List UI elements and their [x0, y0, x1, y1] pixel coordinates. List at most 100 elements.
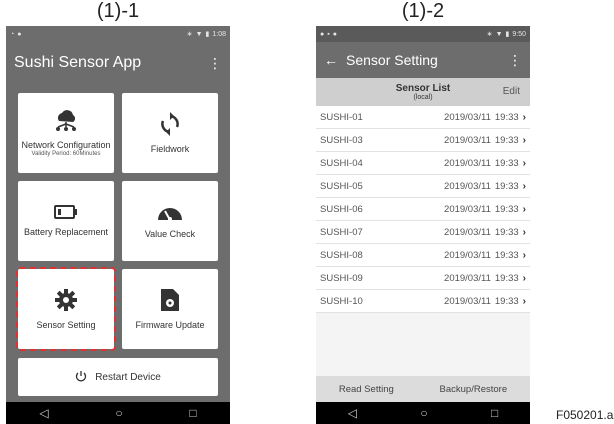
- sensor-row[interactable]: SUSHI-05 2019/03/11 19:33 ›: [316, 175, 530, 198]
- gear-icon: [54, 288, 78, 314]
- file-gear-icon: [160, 288, 180, 314]
- sensor-date: 2019/03/11: [444, 226, 491, 238]
- chevron-right-icon: ›: [522, 249, 526, 261]
- sensor-time: 19:33: [494, 134, 519, 146]
- sensor-date: 2019/03/11: [444, 111, 491, 123]
- edit-button[interactable]: Edit: [503, 86, 520, 97]
- tile-battery-replacement[interactable]: Battery Replacement: [18, 181, 114, 261]
- back-icon[interactable]: ◁: [348, 406, 357, 420]
- overflow-menu-icon[interactable]: ⋮: [508, 52, 522, 69]
- bluetooth-icon: ∗: [186, 31, 193, 38]
- tile-label: Value Check: [144, 229, 196, 239]
- sensor-date: 2019/03/11: [444, 203, 491, 215]
- caption-screen-1: (1)-1: [96, 0, 140, 22]
- gauge-icon: [157, 203, 183, 223]
- sensor-row[interactable]: SUSHI-01 2019/03/11 19:33 ›: [316, 106, 530, 129]
- status-time: 1:08: [212, 30, 226, 38]
- tile-sublabel: Validity Period: 60Minutes: [31, 150, 101, 157]
- home-icon[interactable]: ○: [420, 406, 427, 420]
- sensor-id: SUSHI-01: [320, 111, 363, 123]
- sensor-time: 19:33: [494, 295, 519, 307]
- battery-icon: [54, 205, 78, 221]
- battery-status-icon: ▮: [205, 31, 210, 38]
- chevron-right-icon: ›: [522, 203, 526, 215]
- sensor-list: SUSHI-01 2019/03/11 19:33 › SUSHI-03 2019/…: [316, 106, 530, 313]
- caption-screen-2: (1)-2: [401, 0, 445, 22]
- sensor-time: 19:33: [494, 203, 519, 215]
- sensor-row[interactable]: SUSHI-09 2019/03/11 19:33 ›: [316, 267, 530, 290]
- notification-icon: ●: [17, 30, 22, 38]
- sensor-row[interactable]: SUSHI-06 2019/03/11 19:33 ›: [316, 198, 530, 221]
- tile-label: Sensor Setting: [36, 320, 96, 330]
- tile-label: Fieldwork: [150, 144, 190, 154]
- sensor-list-subtitle: (local): [413, 94, 433, 101]
- chevron-right-icon: ›: [522, 272, 526, 284]
- sensor-id: SUSHI-09: [320, 272, 363, 284]
- sensor-time: 19:33: [494, 111, 519, 123]
- chevron-right-icon: ›: [522, 295, 526, 307]
- sensor-id: SUSHI-08: [320, 249, 363, 261]
- notification-icon: ●: [320, 30, 325, 38]
- chevron-right-icon: ›: [522, 134, 526, 146]
- recents-icon[interactable]: □: [189, 406, 196, 420]
- cloud-network-icon: [53, 109, 79, 134]
- sensor-id: SUSHI-05: [320, 180, 363, 192]
- chevron-right-icon: ›: [522, 111, 526, 123]
- sensor-id: SUSHI-10: [320, 295, 363, 307]
- recents-icon[interactable]: □: [491, 406, 498, 420]
- sensor-id: SUSHI-04: [320, 157, 363, 169]
- chevron-right-icon: ›: [522, 180, 526, 192]
- bottom-action-bar: Read Setting Backup/Restore: [316, 376, 530, 402]
- restart-device-button[interactable]: Restart Device: [18, 358, 218, 396]
- sensor-id: SUSHI-06: [320, 203, 363, 215]
- bluetooth-icon: ∗: [486, 31, 493, 38]
- overflow-menu-icon[interactable]: ⋮: [208, 55, 222, 72]
- sensor-row[interactable]: SUSHI-04 2019/03/11 19:33 ›: [316, 152, 530, 175]
- sensor-time: 19:33: [494, 272, 519, 284]
- sync-icon: [158, 112, 182, 138]
- sensor-id: SUSHI-03: [320, 134, 363, 146]
- signal-icon: ▼: [195, 30, 203, 38]
- image-icon: ▪: [327, 30, 330, 38]
- tile-sensor-setting[interactable]: Sensor Setting: [16, 267, 116, 351]
- back-arrow-icon[interactable]: ←: [324, 52, 338, 68]
- sensor-date: 2019/03/11: [444, 180, 491, 192]
- sensor-row[interactable]: SUSHI-03 2019/03/11 19:33 ›: [316, 129, 530, 152]
- tile-label: Battery Replacement: [23, 227, 109, 237]
- android-nav-bar: ◁ ○ □: [6, 402, 230, 424]
- app-bar: ← Sensor Setting ⋮: [316, 42, 530, 78]
- wifi-icon: ◔: [10, 30, 15, 38]
- tile-fieldwork[interactable]: Fieldwork: [122, 93, 218, 173]
- back-icon[interactable]: ◁: [39, 406, 48, 420]
- figure-filename: F050201.ai: [556, 408, 614, 422]
- tile-label: Network Configuration: [21, 139, 111, 150]
- tile-value-check[interactable]: Value Check: [122, 181, 218, 261]
- tile-firmware-update[interactable]: Firmware Update: [122, 269, 218, 349]
- sensor-list-header: Sensor List (local) Edit: [316, 78, 530, 106]
- backup-restore-button[interactable]: Backup/Restore: [440, 384, 508, 395]
- notification-icon: ●: [332, 30, 337, 38]
- sensor-time: 19:33: [494, 157, 519, 169]
- app-title: Sushi Sensor App: [14, 54, 142, 71]
- tile-network-configuration[interactable]: Network Configuration Validity Period: 6…: [18, 93, 114, 173]
- read-setting-button[interactable]: Read Setting: [339, 384, 394, 395]
- sensor-id: SUSHI-07: [320, 226, 363, 238]
- phone-screen-main-menu: ◔ ● ∗ ▼ ▮ 1:08 Sushi Sensor App ⋮ Networ…: [6, 26, 230, 424]
- tile-label: Firmware Update: [135, 320, 205, 330]
- phone-screen-sensor-setting: ● ▪ ● ∗ ▼ ▮ 9:50 ← Sensor Setting ⋮ Sens…: [316, 26, 530, 424]
- home-icon[interactable]: ○: [115, 406, 122, 420]
- android-nav-bar: ◁ ○ □: [316, 402, 530, 424]
- sensor-time: 19:33: [494, 249, 519, 261]
- sensor-date: 2019/03/11: [444, 272, 491, 284]
- sensor-row[interactable]: SUSHI-08 2019/03/11 19:33 ›: [316, 244, 530, 267]
- app-bar: Sushi Sensor App ⋮: [6, 42, 230, 84]
- status-time: 9:50: [512, 30, 526, 38]
- chevron-right-icon: ›: [522, 157, 526, 169]
- sensor-row[interactable]: SUSHI-10 2019/03/11 19:33 ›: [316, 290, 530, 313]
- sensor-row[interactable]: SUSHI-07 2019/03/11 19:33 ›: [316, 221, 530, 244]
- sensor-date: 2019/03/11: [444, 134, 491, 146]
- status-bar: ● ▪ ● ∗ ▼ ▮ 9:50: [316, 26, 530, 42]
- power-icon: [75, 370, 87, 385]
- signal-icon: ▼: [495, 30, 503, 38]
- sensor-date: 2019/03/11: [444, 295, 491, 307]
